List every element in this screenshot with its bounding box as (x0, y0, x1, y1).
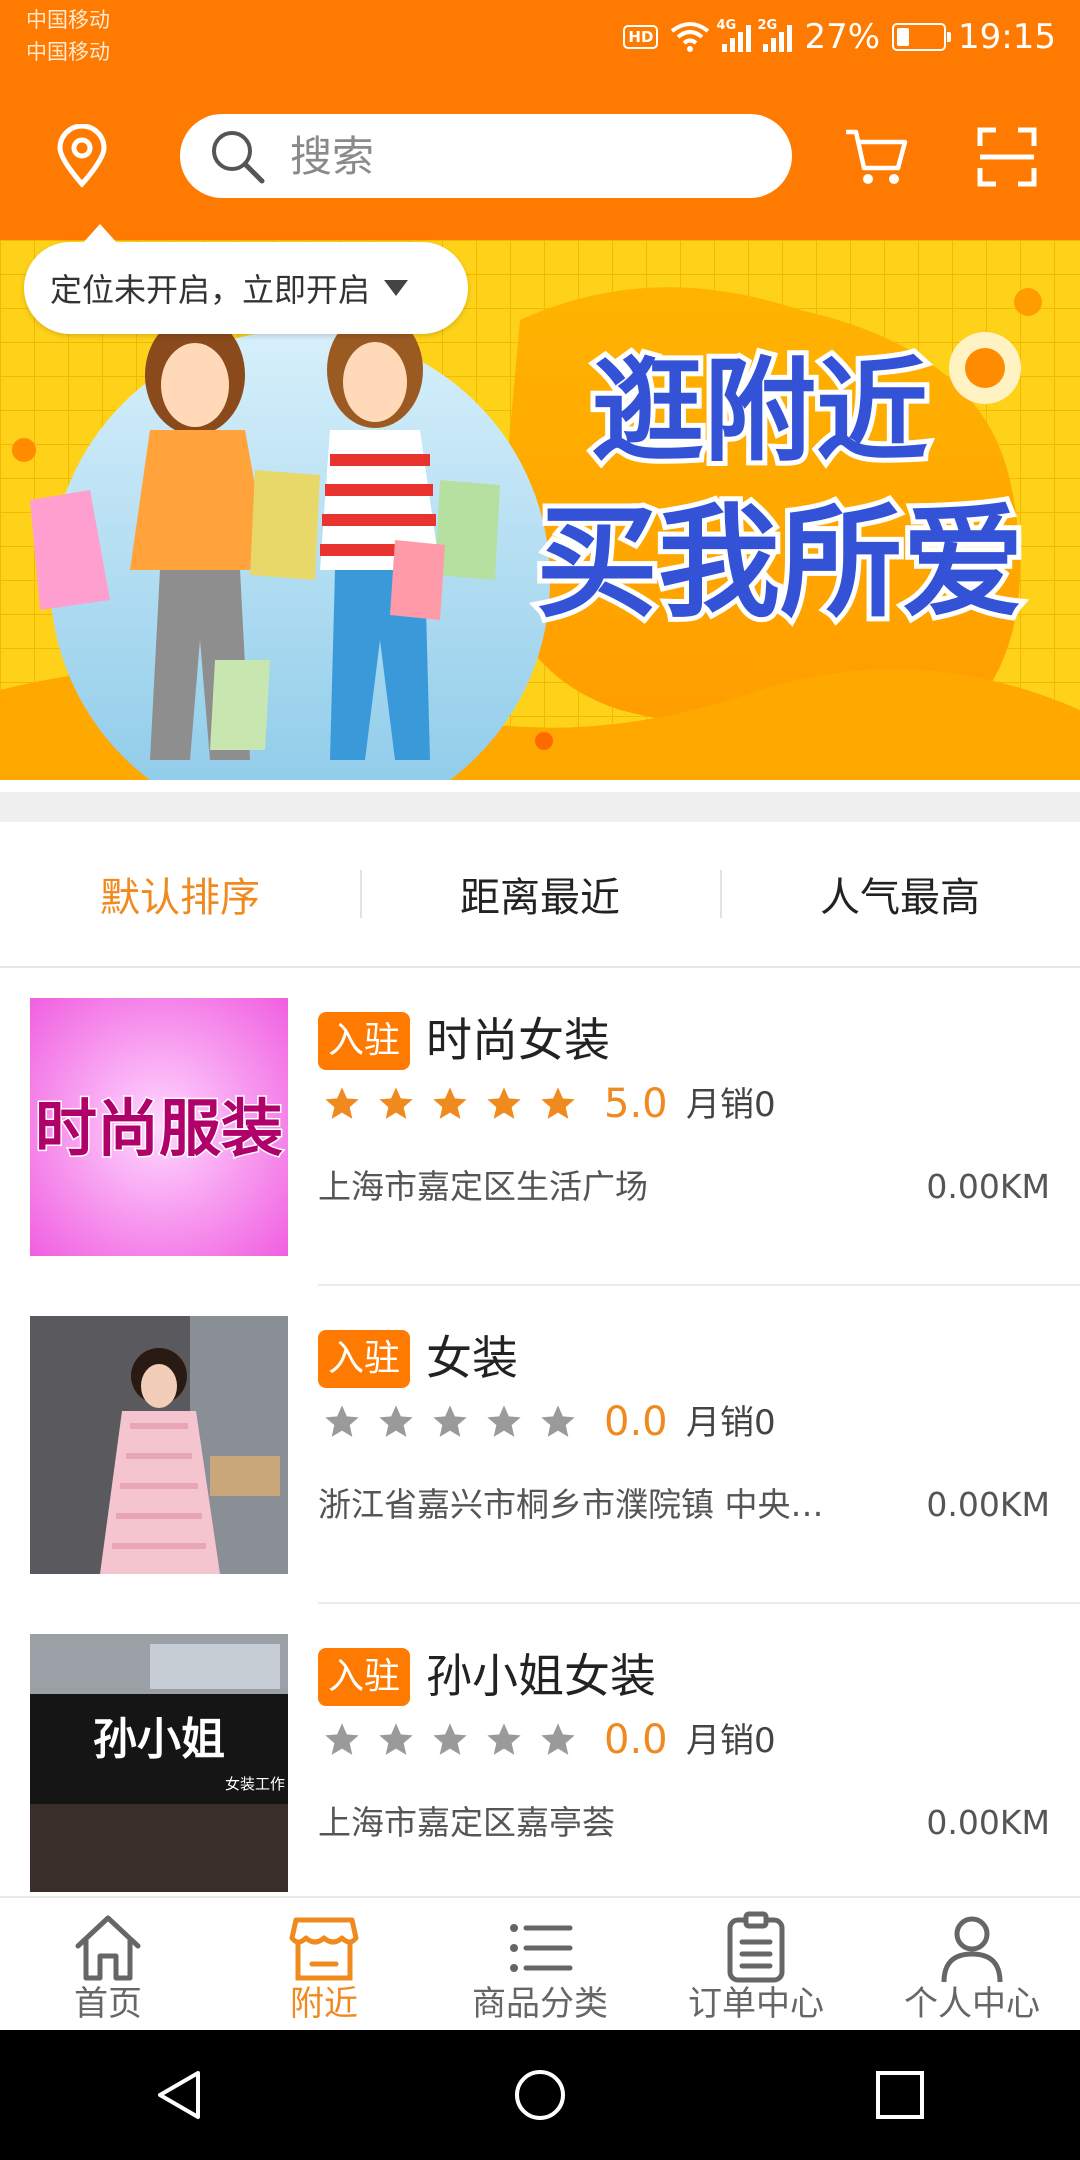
star-icon (379, 1405, 413, 1437)
location-pin-icon (57, 123, 107, 188)
cart-button[interactable] (842, 126, 910, 192)
system-nav-bar (0, 2030, 1080, 2160)
clock: 19:15 (958, 17, 1056, 57)
star-icon (487, 1087, 521, 1119)
clipboard-icon (727, 1911, 785, 1983)
nav-nearby[interactable]: 附近 (216, 1898, 432, 2032)
scan-button[interactable] (976, 126, 1038, 192)
rating-stars (322, 1402, 578, 1442)
scan-icon (977, 127, 1037, 187)
location-button[interactable] (52, 123, 112, 192)
nav-nearby-label: 附近 (290, 1984, 358, 2024)
star-icon (325, 1405, 359, 1437)
network-type-2: 2G (757, 18, 778, 33)
monthly-sales: 月销0 (686, 1403, 776, 1443)
nav-profile[interactable]: 个人中心 (864, 1898, 1080, 2032)
star-icon (541, 1405, 575, 1437)
shop-distance: 0.00KM (926, 1803, 1050, 1842)
shop-address: 上海市嘉定区生活广场 (318, 1167, 648, 1206)
home-circle-icon[interactable] (512, 2067, 568, 2123)
rating-stars (322, 1084, 578, 1124)
dropdown-arrow-icon (384, 280, 409, 296)
banner-title-2: 买我所爱 (536, 492, 1024, 634)
store-icon (289, 1917, 359, 1981)
settled-badge: 入驻 (318, 1330, 411, 1388)
battery-icon (892, 23, 952, 51)
settled-badge: 入驻 (318, 1648, 411, 1706)
search-bar[interactable] (180, 114, 792, 198)
shop-thumbnail-text: 孙小姐 (93, 1714, 225, 1765)
battery-percent: 27% (804, 17, 881, 57)
banner-title-1: 逛附近 (592, 347, 928, 477)
shop-thumbnail[interactable] (30, 1316, 288, 1574)
star-icon (433, 1723, 467, 1755)
shop-address: 浙江省嘉兴市桐乡市濮院镇 中央… (318, 1485, 824, 1524)
tab-nearest[interactable]: 距离最近 (360, 822, 720, 966)
star-icon (379, 1087, 413, 1119)
shop-thumbnail[interactable]: 孙小姐 女装工作 (30, 1634, 288, 1892)
home-icon (75, 1915, 141, 1981)
shop-list-item[interactable]: 时尚服装 入驻 时尚女装 5.0 月销0 上海市嘉定区生活广场 0.00KM (0, 968, 1080, 1286)
monthly-sales: 月销0 (686, 1721, 776, 1761)
search-input[interactable] (288, 130, 772, 182)
nav-home[interactable]: 首页 (0, 1898, 216, 2032)
star-icon (325, 1723, 359, 1755)
star-icon (379, 1723, 413, 1755)
star-icon (487, 1723, 521, 1755)
shop-name: 孙小姐女装 (426, 1649, 656, 1703)
shop-score: 0.0 (604, 1399, 668, 1445)
person-icon (941, 1916, 1003, 1983)
status-icons: HD 4G 2G 27% 19:15 (623, 12, 1056, 62)
shop-distance: 0.00KM (926, 1167, 1050, 1206)
sort-tabs: 默认排序 距离最近 人气最高 (0, 822, 1080, 968)
carousel-dot-active[interactable] (535, 732, 553, 750)
shop-distance: 0.00KM (926, 1485, 1050, 1524)
nav-profile-label: 个人中心 (904, 1984, 1040, 2024)
shop-list-item[interactable]: 孙小姐 女装工作 入驻 孙小姐女装 0.0 月销0 上海市嘉定区嘉亭荟 0.00K… (0, 1604, 1080, 1894)
star-icon (325, 1087, 359, 1119)
settled-badge: 入驻 (318, 1012, 411, 1070)
shop-thumbnail[interactable]: 时尚服装 (30, 998, 288, 1256)
hd-icon: HD (623, 25, 659, 49)
star-icon (433, 1405, 467, 1437)
shop-thumbnail-text: 时尚服装 (35, 1092, 283, 1165)
shop-address: 上海市嘉定区嘉亭荟 (318, 1803, 615, 1842)
shop-thumbnail-subtext: 女装工作 (225, 1775, 285, 1793)
shop-list-item[interactable]: 入驻 女装 0.0 月销0 浙江省嘉兴市桐乡市濮院镇 中央… 0.00KM (0, 1286, 1080, 1604)
star-icon (541, 1723, 575, 1755)
back-icon[interactable] (152, 2067, 208, 2123)
shop-name: 时尚女装 (426, 1013, 610, 1067)
nav-orders[interactable]: 订单中心 (648, 1898, 864, 2032)
star-icon (487, 1405, 521, 1437)
tab-default-sort[interactable]: 默认排序 (0, 822, 360, 966)
location-tooltip[interactable]: 定位未开启，立即开启 (24, 224, 468, 334)
list-icon (510, 1924, 573, 1972)
signal-icon-2: 2G (757, 18, 793, 52)
signal-icon-1: 4G (716, 18, 752, 52)
status-bar: 中国移动 中国移动 HD 4G 2G 27% 19:15 (0, 0, 1080, 78)
wifi-icon (671, 22, 710, 52)
shop-score: 5.0 (604, 1081, 668, 1127)
star-icon (541, 1087, 575, 1119)
carrier-label-1: 中国移动 (26, 8, 110, 32)
nav-categories[interactable]: 商品分类 (432, 1898, 648, 2032)
location-tooltip-text: 定位未开启，立即开启 (50, 271, 371, 309)
star-icon (433, 1087, 467, 1119)
monthly-sales: 月销0 (686, 1085, 776, 1125)
tab-most-popular[interactable]: 人气最高 (720, 822, 1080, 966)
shop-score: 0.0 (604, 1717, 668, 1763)
nav-orders-label: 订单中心 (688, 1984, 824, 2024)
network-type-1: 4G (716, 18, 737, 33)
cart-icon (846, 129, 908, 184)
recents-icon[interactable] (872, 2067, 928, 2123)
search-icon (212, 131, 265, 184)
carrier-label-2: 中国移动 (26, 40, 110, 64)
rating-stars (322, 1720, 578, 1760)
shop-name: 女装 (426, 1331, 518, 1385)
bottom-nav: 首页 附近 商品分类 订单中心 个人中心 (0, 1896, 1080, 2032)
nav-categories-label: 商品分类 (472, 1984, 608, 2024)
nav-home-label: 首页 (74, 1984, 142, 2024)
section-divider (0, 792, 1080, 822)
